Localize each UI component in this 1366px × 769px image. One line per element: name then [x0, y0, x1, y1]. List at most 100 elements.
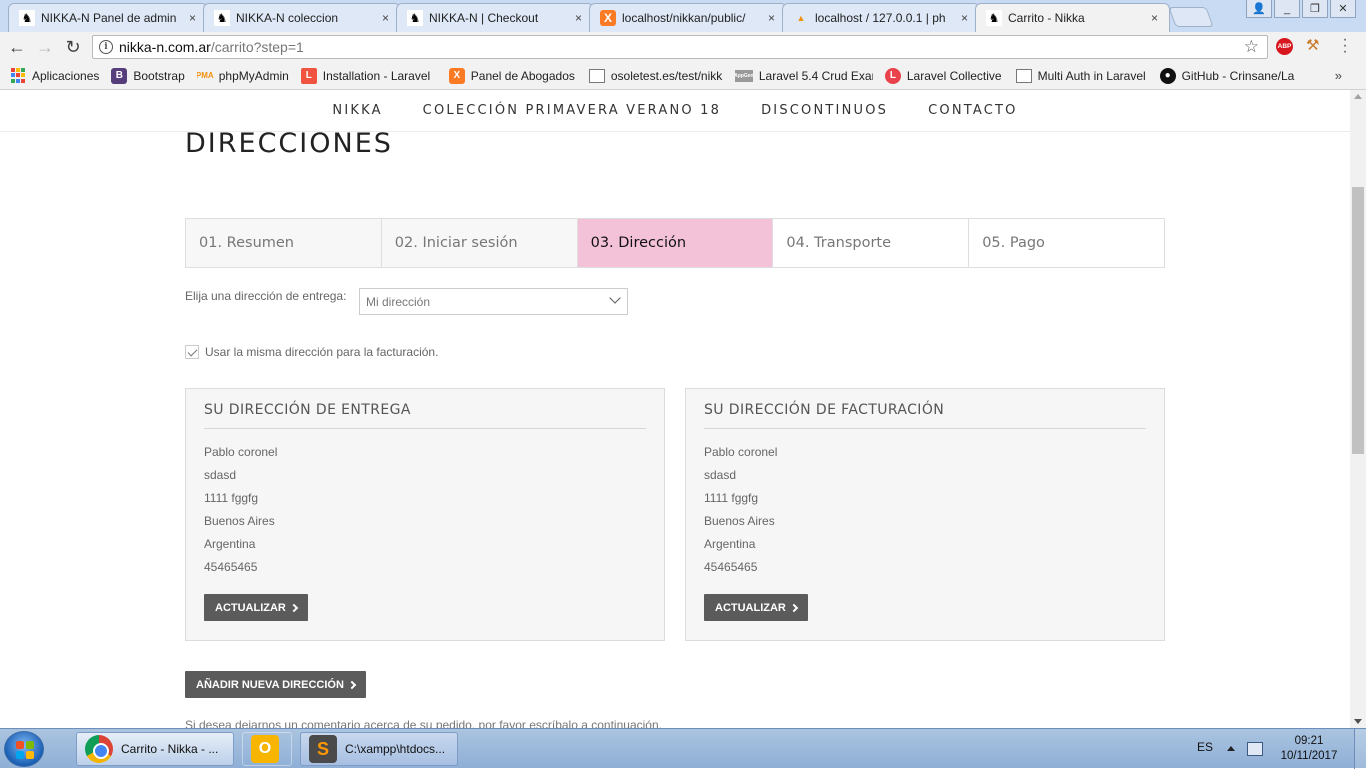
github-icon: ● — [1159, 67, 1176, 84]
bookmark-phpmyadmin[interactable]: PMA phpMyAdmin — [197, 68, 289, 84]
reload-icon[interactable]: ↻ — [62, 37, 84, 57]
same-billing-label: Usar la misma dirección para la facturac… — [205, 345, 439, 359]
show-desktop-button[interactable] — [1354, 729, 1366, 769]
address-line: Pablo coronel — [704, 445, 778, 459]
bookmark-laravel-crud[interactable]: AppGen Laravel 5.4 Crud Exam — [734, 68, 873, 83]
user-icon[interactable]: 👤 — [1246, 0, 1272, 18]
scrollbar-thumb[interactable] — [1352, 187, 1364, 454]
bookmark-label: phpMyAdmin — [218, 68, 289, 83]
button-label: AÑADIR NUEVA DIRECCIÓN — [196, 678, 344, 691]
bookmark-label: Laravel 5.4 Crud Exam — [758, 68, 873, 83]
site-navigation: NIKKA COLECCIÓN PRIMAVERA VERANO 18 DISC… — [0, 90, 1350, 132]
bookmark-label: Installation - Laravel — [322, 68, 431, 83]
xampp-icon: X — [448, 67, 465, 84]
bookmark-star-icon[interactable]: ☆ — [1244, 37, 1259, 57]
hammer-extension-icon[interactable]: ⚒ — [1306, 36, 1319, 54]
browser-tab-phpmyadmin[interactable]: ▲ localhost / 127.0.0.1 | ph × — [782, 3, 980, 32]
step-direccion[interactable]: 03. Dirección — [577, 219, 774, 267]
outlook-icon: O — [251, 735, 279, 763]
scroll-up-icon[interactable] — [1354, 94, 1362, 99]
add-new-address-button[interactable]: AÑADIR NUEVA DIRECCIÓN — [185, 671, 366, 698]
restore-icon[interactable]: ❐ — [1302, 0, 1328, 18]
bookmark-laravel-installation[interactable]: L Installation - Laravel — [300, 67, 443, 84]
cat-icon: ♞ — [407, 10, 423, 26]
address-select[interactable]: Mi dirección — [359, 288, 628, 315]
minimize-icon[interactable]: _ — [1274, 0, 1300, 18]
info-icon[interactable]: i — [99, 40, 113, 54]
step-iniciar-sesion[interactable]: 02. Iniciar sesión — [381, 219, 578, 267]
nav-link-contacto[interactable]: CONTACTO — [928, 103, 1017, 118]
browser-tab-coleccion[interactable]: ♞ NIKKA-N coleccion × — [203, 3, 401, 32]
cat-icon: ♞ — [214, 10, 230, 26]
nav-link-discontinuos[interactable]: DISCONTINUOS — [761, 103, 888, 118]
close-icon[interactable]: × — [1151, 11, 1161, 25]
close-icon[interactable]: × — [189, 11, 199, 25]
appgen-icon: AppGen — [734, 69, 754, 82]
scroll-down-icon[interactable] — [1354, 719, 1362, 724]
taskbar-sublime-text[interactable]: S C:\xampp\htdocs... — [300, 732, 458, 766]
bookmark-bootstrap[interactable]: B Bootstrap — [111, 67, 185, 84]
update-delivery-button[interactable]: ACTUALIZAR — [204, 594, 308, 621]
page-scrollbar[interactable] — [1350, 90, 1366, 728]
task-label: C:\xampp\htdocs... — [345, 742, 446, 756]
browser-tab-localhost-nikkan[interactable]: X localhost/nikkan/public/ × — [589, 3, 787, 32]
close-icon[interactable]: × — [768, 11, 778, 25]
system-clock[interactable]: 09:21 10/11/2017 — [1272, 734, 1346, 764]
chevron-right-icon — [347, 680, 357, 689]
clock-date: 10/11/2017 — [1280, 750, 1338, 762]
more-bookmarks-icon[interactable]: » — [1335, 68, 1342, 83]
close-icon[interactable]: × — [961, 11, 971, 25]
bookmark-label: GitHub - Crinsane/La — [1181, 68, 1295, 83]
billing-address-box: SU DIRECCIÓN DE FACTURACIÓN Pablo corone… — [685, 388, 1165, 641]
url-host: nikka-n.com.ar — [119, 39, 211, 55]
windows-logo-icon — [16, 741, 34, 759]
tab-label: localhost / 127.0.0.1 | ph — [815, 11, 946, 25]
step-transporte[interactable]: 04. Transporte — [773, 219, 970, 267]
taskbar-chrome[interactable]: Carrito - Nikka - ... — [76, 732, 234, 766]
same-billing-checkbox[interactable] — [185, 345, 199, 359]
step-pago[interactable]: 05. Pago — [969, 219, 1164, 267]
adblock-plus-icon[interactable]: ABP — [1276, 38, 1293, 55]
back-icon[interactable]: ← — [6, 37, 28, 57]
address-select-value: Mi dirección — [366, 294, 431, 309]
page-title: DIRECCIONES — [185, 128, 393, 159]
billing-address-lines: Pablo coronel sdasd 1111 fggfg Buenos Ai… — [704, 441, 1146, 579]
network-icon[interactable] — [1247, 742, 1263, 756]
nav-link-nikka[interactable]: NIKKA — [332, 103, 382, 118]
button-label: ACTUALIZAR — [715, 601, 786, 614]
tab-label: NIKKA-N Panel de admin — [41, 11, 177, 25]
close-icon[interactable]: × — [382, 11, 392, 25]
address-line: 45465465 — [204, 560, 258, 574]
taskbar-outlook[interactable]: O — [242, 732, 292, 766]
chrome-menu-icon[interactable]: · · · — [1340, 32, 1350, 60]
bookmark-laravel-collective[interactable]: L Laravel Collective — [884, 67, 1002, 84]
checkout-steps: 01. Resumen 02. Iniciar sesión 03. Direc… — [185, 218, 1165, 268]
bookmark-github-crinsane[interactable]: ● GitHub - Crinsane/La — [1159, 67, 1300, 84]
phpmyadmin-icon: ▲ — [796, 13, 806, 23]
browser-tab-checkout[interactable]: ♞ NIKKA-N | Checkout × — [396, 3, 594, 32]
nav-link-coleccion[interactable]: COLECCIÓN PRIMAVERA VERANO 18 — [423, 103, 721, 118]
laravel-icon: L — [300, 67, 317, 84]
step-resumen[interactable]: 01. Resumen — [186, 219, 382, 267]
same-billing-option[interactable]: Usar la misma dirección para la facturac… — [185, 345, 438, 359]
forward-icon[interactable]: → — [34, 37, 56, 57]
close-window-icon[interactable]: ✕ — [1330, 0, 1356, 18]
bookmark-osoletest[interactable]: osoletest.es/test/nikk — [588, 68, 725, 83]
show-hidden-icons-icon[interactable] — [1227, 746, 1235, 751]
browser-tab-panel-admin[interactable]: ♞ NIKKA-N Panel de admin × — [8, 3, 208, 32]
bookmark-apps[interactable]: Aplicaciones — [10, 67, 100, 84]
address-line: 1111 fggfg — [204, 491, 259, 505]
language-indicator[interactable]: ES — [1197, 740, 1213, 754]
bookmark-panel-abogados[interactable]: X Panel de Abogados — [448, 67, 575, 84]
start-button[interactable] — [4, 731, 44, 767]
bookmark-label: Aplicaciones — [32, 68, 100, 83]
new-tab-button[interactable] — [1168, 7, 1214, 27]
bookmark-multi-auth[interactable]: Multi Auth in Laravel — [1015, 68, 1150, 83]
address-bar[interactable]: i nikka-n.com.ar/carrito?step=1 ☆ — [92, 35, 1268, 59]
delivery-address-title: SU DIRECCIÓN DE ENTREGA — [204, 389, 646, 429]
browser-tab-carrito[interactable]: ♞ Carrito - Nikka × — [975, 3, 1170, 32]
close-icon[interactable]: × — [575, 11, 585, 25]
clock-time: 09:21 — [1294, 735, 1324, 747]
apps-icon — [10, 67, 26, 84]
update-billing-button[interactable]: ACTUALIZAR — [704, 594, 808, 621]
